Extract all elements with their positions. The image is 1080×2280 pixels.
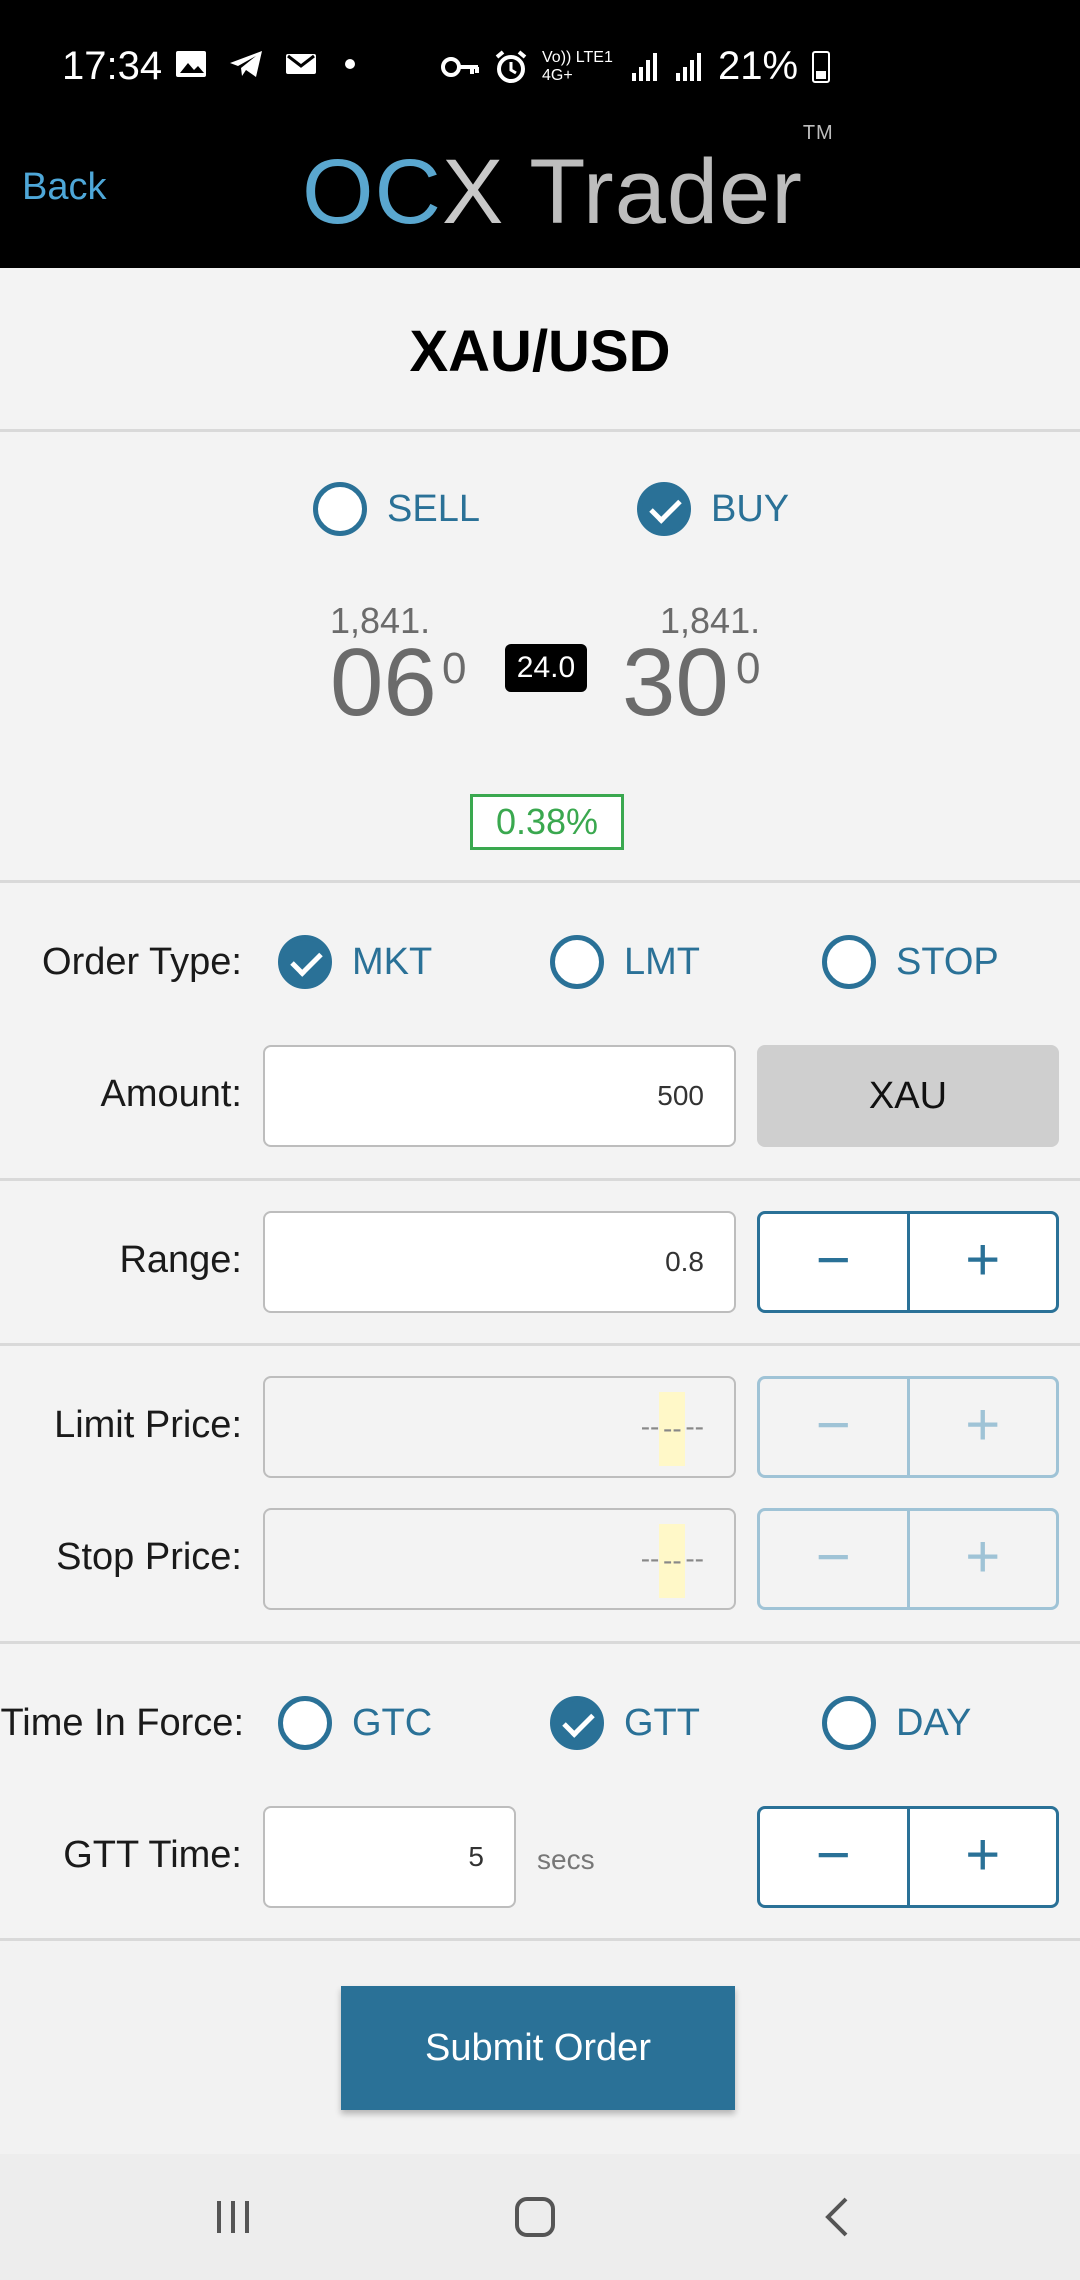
range-stepper: − + (757, 1211, 1059, 1313)
tif-gtt-radio[interactable]: GTT (550, 1696, 700, 1750)
limit-price-label: Limit Price: (54, 1404, 242, 1446)
radio-unchecked-icon (822, 935, 876, 989)
radio-unchecked-icon (550, 935, 604, 989)
instrument-pair: XAU/USD (409, 319, 671, 384)
tif-day-radio[interactable]: DAY (822, 1696, 971, 1750)
range-label: Range: (119, 1239, 242, 1281)
gtt-time-label: GTT Time: (63, 1834, 242, 1876)
signal-icon (632, 52, 657, 81)
price-section: Limit Price: -- -- -- − + Stop Price: -- --… (0, 1346, 1080, 1644)
side-sell-radio[interactable]: SELL (313, 482, 480, 536)
home-button[interactable] (465, 2154, 605, 2280)
radio-unchecked-icon (313, 482, 367, 536)
range-input[interactable]: 0.8 (263, 1211, 736, 1313)
roaming-signal-icon (676, 52, 701, 81)
gtt-time-input[interactable]: 5 (263, 1806, 516, 1908)
change-percent-badge: 0.38% (470, 794, 624, 850)
stop-price-increment-button[interactable]: + (906, 1511, 1057, 1607)
submit-order-button[interactable]: Submit Order (341, 1986, 735, 2110)
amount-input[interactable]: 500 (263, 1045, 736, 1147)
amount-label: Amount: (100, 1073, 242, 1115)
radio-unchecked-icon (822, 1696, 876, 1750)
order-type-stop-radio[interactable]: STOP (822, 935, 999, 989)
time-in-force-section: Time In Force: GTC GTT DAY GTT Time: 5 −… (0, 1644, 1080, 1941)
order-type-mkt-radio[interactable]: MKT (278, 935, 432, 989)
battery-percent: 21% (718, 44, 799, 88)
amount-unit-button[interactable]: XAU (757, 1045, 1059, 1147)
back-icon (825, 2197, 848, 2237)
telegram-icon (230, 51, 262, 77)
radio-checked-icon (637, 482, 691, 536)
gallery-icon (176, 51, 206, 77)
stop-price-input[interactable]: -- -- -- (263, 1508, 736, 1610)
gtt-time-increment-button[interactable]: + (906, 1809, 1057, 1905)
instrument-title-bar: XAU/USD (0, 268, 1080, 432)
limit-price-stepper: − + (757, 1376, 1059, 1478)
system-nav-bar (0, 2154, 1080, 2280)
home-icon (515, 2197, 555, 2237)
stop-price-stepper: − + (757, 1508, 1059, 1610)
tif-gtc-radio[interactable]: GTC (278, 1696, 432, 1750)
ocx-trader-logo: OCX TraderTM (302, 122, 834, 243)
stop-price-decrement-button[interactable]: − (760, 1511, 907, 1607)
order-type-label: Order Type: (42, 941, 242, 983)
limit-price-decrement-button[interactable]: − (760, 1379, 907, 1475)
status-time: 17:34 (62, 44, 163, 88)
app-header: Back OCX TraderTM (0, 122, 1080, 268)
dot-icon (345, 59, 355, 69)
stop-price-label: Stop Price: (56, 1536, 242, 1578)
time-in-force-label: Time In Force: (0, 1702, 244, 1744)
order-type-section: Order Type: MKT LMT STOP Amount: 500 XAU (0, 883, 1080, 1181)
gtt-time-unit: secs (537, 1844, 595, 1875)
gtt-time-decrement-button[interactable]: − (760, 1809, 907, 1905)
recents-button[interactable] (163, 2154, 303, 2280)
range-increment-button[interactable]: + (906, 1214, 1057, 1310)
range-decrement-button[interactable]: − (760, 1214, 907, 1310)
radio-checked-icon (278, 935, 332, 989)
quote-section: SELL BUY 1,841. 06 0 24.0 1,841. 30 0 0.… (0, 432, 1080, 883)
spread-badge: 24.0 (505, 644, 587, 692)
radio-unchecked-icon (278, 1696, 332, 1750)
gtt-time-stepper: − + (757, 1806, 1059, 1908)
back-button[interactable]: Back (22, 166, 106, 209)
range-section: Range: 0.8 − + (0, 1181, 1080, 1346)
network-label: Vo)) LTE1 4G+ (542, 48, 613, 84)
alarm-icon (495, 49, 527, 83)
limit-price-increment-button[interactable]: + (906, 1379, 1057, 1475)
limit-price-input[interactable]: -- -- -- (263, 1376, 736, 1478)
status-bar: 17:34 Vo)) LTE1 4G+ 21% (0, 0, 1080, 132)
recents-icon (217, 2201, 249, 2233)
radio-checked-icon (550, 1696, 604, 1750)
side-buy-radio[interactable]: BUY (637, 482, 789, 536)
vpn-key-icon (441, 56, 479, 77)
notification-icon (286, 54, 316, 74)
nav-back-button[interactable] (768, 2154, 908, 2280)
order-type-lmt-radio[interactable]: LMT (550, 935, 700, 989)
battery-icon (812, 50, 831, 83)
